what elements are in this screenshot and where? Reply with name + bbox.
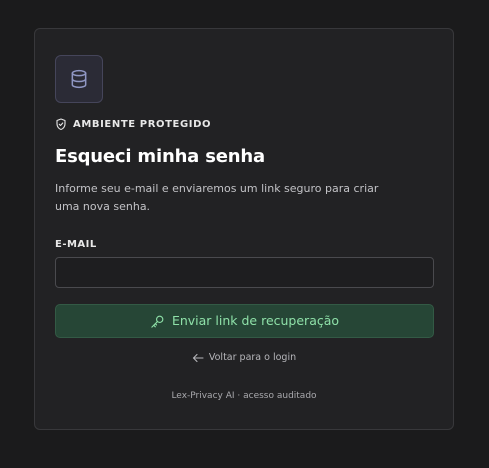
send-recovery-link-label: Enviar link de recuperação — [171, 313, 340, 328]
page-title: Esqueci minha senha — [55, 146, 265, 167]
shield-check-icon — [55, 118, 67, 131]
key-icon — [150, 314, 165, 329]
footer-note: Lex-Privacy AI · acesso auditado — [171, 391, 317, 401]
protected-environment-badge: AMBIENTE PROTEGIDO — [55, 118, 211, 131]
send-recovery-link-button[interactable]: Enviar link de recuperação — [55, 304, 434, 338]
email-label: E-MAIL — [55, 239, 97, 250]
back-to-login-label: Voltar para o login — [208, 352, 297, 363]
reset-password-card: AMBIENTE PROTEGIDO Esqueci minha senha I… — [34, 28, 454, 430]
email-field[interactable] — [55, 257, 434, 288]
arrow-left-icon — [192, 353, 204, 363]
logo — [55, 55, 103, 103]
badge-label: AMBIENTE PROTEGIDO — [73, 118, 212, 130]
back-to-login-link[interactable]: Voltar para o login — [35, 352, 453, 364]
page-description: Informe seu e-mail e enviaremos um link … — [55, 182, 379, 213]
database-icon — [69, 69, 89, 89]
